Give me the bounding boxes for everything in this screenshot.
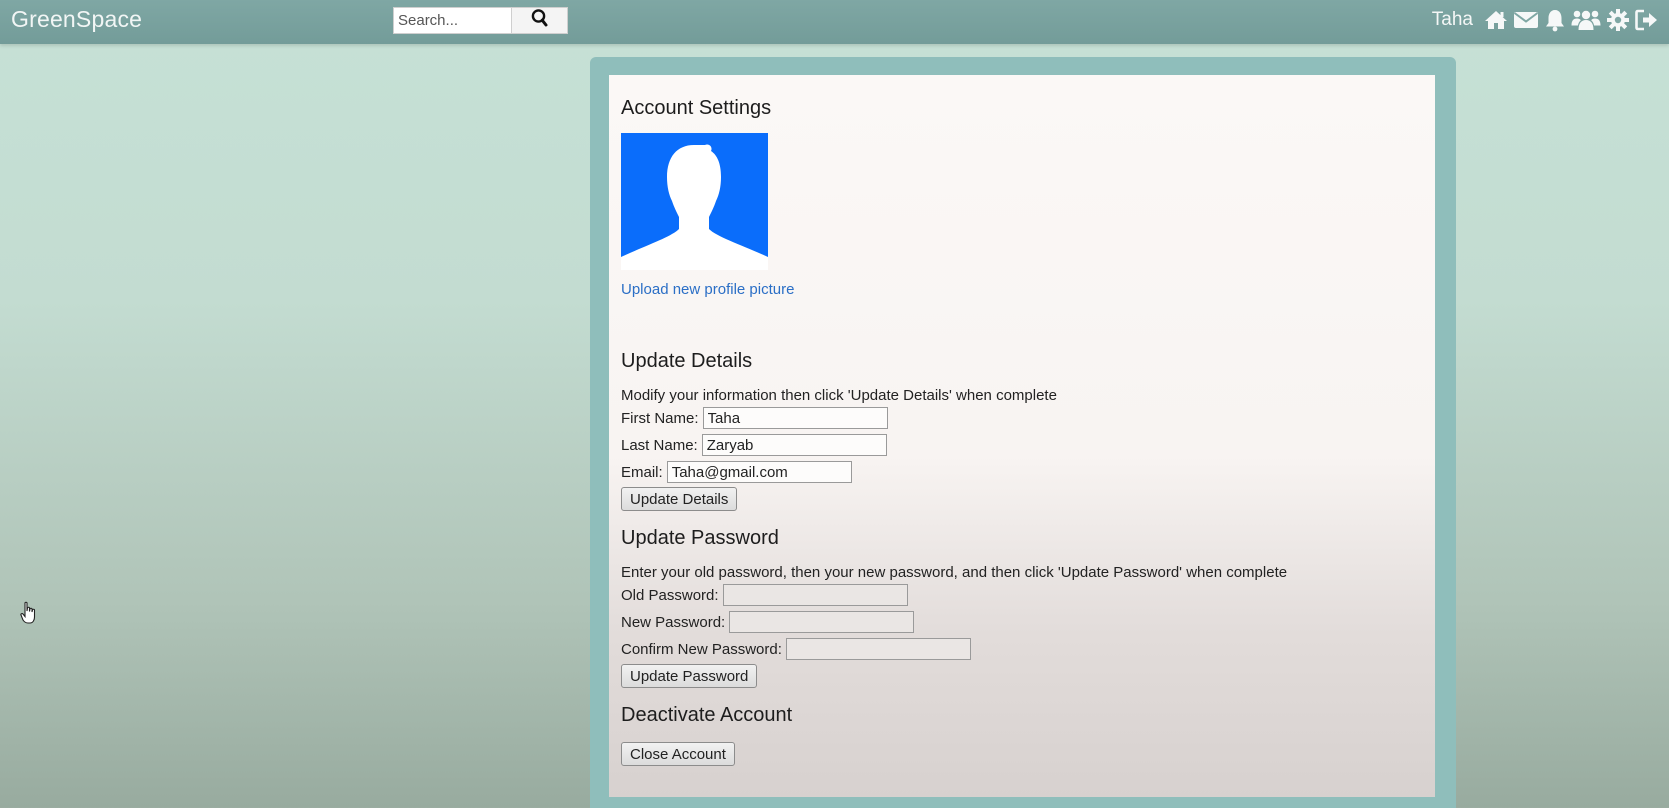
search-button[interactable]: [511, 7, 568, 34]
logout-icon[interactable]: [1635, 7, 1659, 33]
search-bar: [393, 7, 568, 34]
mail-icon[interactable]: [1513, 7, 1539, 33]
profile-picture: [621, 133, 768, 270]
account-settings-title: Account Settings: [621, 97, 772, 119]
first-name-row: First Name:: [621, 407, 888, 429]
old-password-label: Old Password:: [621, 586, 719, 604]
upload-profile-picture-link[interactable]: Upload new profile picture: [621, 281, 794, 298]
home-icon[interactable]: [1484, 7, 1508, 33]
confirm-password-row: Confirm New Password:: [621, 638, 971, 660]
confirm-password-label: Confirm New Password:: [621, 640, 782, 658]
new-password-row: New Password:: [621, 611, 915, 633]
nav-username[interactable]: Taha: [1432, 9, 1473, 31]
email-row: Email:: [621, 461, 852, 483]
new-password-field[interactable]: [729, 611, 915, 633]
hand-cursor-icon: [20, 601, 38, 630]
settings-panel: Account Settings Upload new profile pict…: [609, 75, 1435, 797]
bell-icon[interactable]: [1544, 7, 1566, 33]
update-details-title: Update Details: [621, 350, 753, 372]
avatar-silhouette-icon: [621, 144, 768, 270]
search-icon: [530, 8, 550, 33]
first-name-label: First Name:: [621, 409, 699, 427]
update-details-description: Modify your information then click 'Upda…: [621, 387, 1057, 404]
last-name-label: Last Name:: [621, 436, 698, 454]
old-password-field[interactable]: [722, 584, 908, 606]
old-password-row: Old Password:: [621, 584, 908, 606]
nav-actions: Taha: [1432, 6, 1659, 34]
first-name-field[interactable]: [702, 407, 888, 429]
last-name-row: Last Name:: [621, 434, 887, 456]
gear-icon[interactable]: [1606, 7, 1630, 33]
search-input[interactable]: [393, 7, 512, 34]
top-navbar: GreenSpace Taha: [0, 0, 1669, 44]
new-password-label: New Password:: [621, 613, 726, 631]
close-account-button[interactable]: Close Account: [621, 742, 735, 766]
confirm-password-field[interactable]: [785, 638, 971, 660]
update-details-button[interactable]: Update Details: [621, 487, 738, 511]
email-field[interactable]: [666, 461, 852, 483]
update-password-description: Enter your old password, then your new p…: [621, 564, 1288, 581]
friends-icon[interactable]: [1571, 7, 1601, 33]
email-label: Email:: [621, 463, 663, 481]
brand-logo[interactable]: GreenSpace: [11, 6, 142, 33]
last-name-field[interactable]: [701, 434, 887, 456]
update-password-button[interactable]: Update Password: [621, 664, 758, 688]
update-password-title: Update Password: [621, 527, 779, 549]
deactivate-account-title: Deactivate Account: [621, 704, 793, 726]
